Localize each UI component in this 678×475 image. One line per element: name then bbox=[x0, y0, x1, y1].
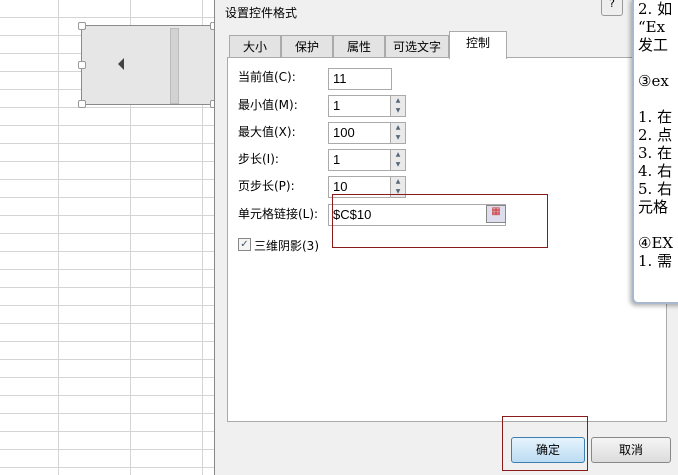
text-line: 1. 在 bbox=[638, 108, 673, 126]
min-value-label: 最小值(M): bbox=[238, 98, 298, 112]
min-value-input[interactable]: 1 bbox=[328, 95, 396, 117]
text-line: 1. 需 bbox=[638, 252, 673, 270]
text-line: ③ex bbox=[638, 72, 669, 90]
text-line: 元格 bbox=[638, 198, 669, 216]
cancel-button[interactable]: 取消 bbox=[591, 437, 671, 463]
text-window[interactable]: 2. 如 “Ex 发工 ③ex 1. 在 2. 点 3. 在 4. 右 5. 右元格 ④EX… bbox=[632, 0, 678, 304]
help-button[interactable]: ? bbox=[601, 0, 623, 16]
control-panel: 当前值(C): 11 最小值(M): 1 ▲ ▼ 最大值(X): 100 ▲ ▼ 步… bbox=[227, 57, 667, 422]
text-line: 2. 点 bbox=[638, 126, 673, 144]
step-input[interactable]: 1 bbox=[328, 149, 396, 171]
min-value-spinner[interactable]: ▲ ▼ bbox=[390, 95, 406, 117]
text-line: ④EX bbox=[638, 234, 674, 252]
text-line bbox=[638, 216, 678, 234]
max-value-spinner[interactable]: ▲ ▼ bbox=[390, 122, 406, 144]
text-line: “Ex bbox=[638, 18, 666, 36]
highlight-box bbox=[332, 194, 548, 248]
tab-size[interactable]: 大小 bbox=[229, 35, 281, 58]
tab-control[interactable]: 控制 bbox=[449, 31, 507, 59]
text-line: 5. 右 bbox=[638, 180, 673, 198]
page-step-label: 页步长(P): bbox=[238, 179, 295, 193]
tab-protection[interactable]: 保护 bbox=[281, 35, 333, 58]
max-value-input[interactable]: 100 bbox=[328, 122, 396, 144]
scroll-thumb[interactable] bbox=[170, 28, 179, 104]
format-control-dialog: 设置控件格式 ? 大小 保护 属性 可选文字 控制 当前值(C): 11 最小值… bbox=[214, 0, 678, 475]
text-line: 发工 bbox=[638, 36, 669, 54]
current-value-label: 当前值(C): bbox=[238, 70, 296, 84]
current-value-input[interactable]: 11 bbox=[328, 68, 392, 90]
text-line: 3. 在 bbox=[638, 144, 673, 162]
left-arrow-icon bbox=[118, 58, 124, 70]
max-value-label: 最大值(X): bbox=[238, 125, 296, 139]
step-label: 步长(I): bbox=[238, 152, 279, 166]
shading-label: 三维阴影(3) bbox=[254, 239, 319, 253]
tab-properties[interactable]: 属性 bbox=[333, 35, 385, 58]
tab-alt-text[interactable]: 可选文字 bbox=[385, 35, 449, 58]
dialog-title: 设置控件格式 bbox=[225, 6, 298, 20]
scrollbar-control[interactable] bbox=[81, 25, 215, 105]
text-line bbox=[638, 90, 678, 108]
shading-checkbox[interactable]: ✓ bbox=[238, 238, 251, 251]
text-line: 2. 如 bbox=[638, 0, 673, 18]
text-line: 4. 右 bbox=[638, 162, 673, 180]
resize-handle[interactable] bbox=[78, 61, 86, 69]
step-spinner[interactable]: ▲ ▼ bbox=[390, 149, 406, 171]
highlight-box bbox=[502, 416, 588, 471]
resize-handle[interactable] bbox=[78, 100, 86, 108]
resize-handle[interactable] bbox=[78, 22, 86, 30]
cell-link-label: 单元格链接(L): bbox=[238, 207, 319, 221]
text-line bbox=[638, 54, 678, 72]
